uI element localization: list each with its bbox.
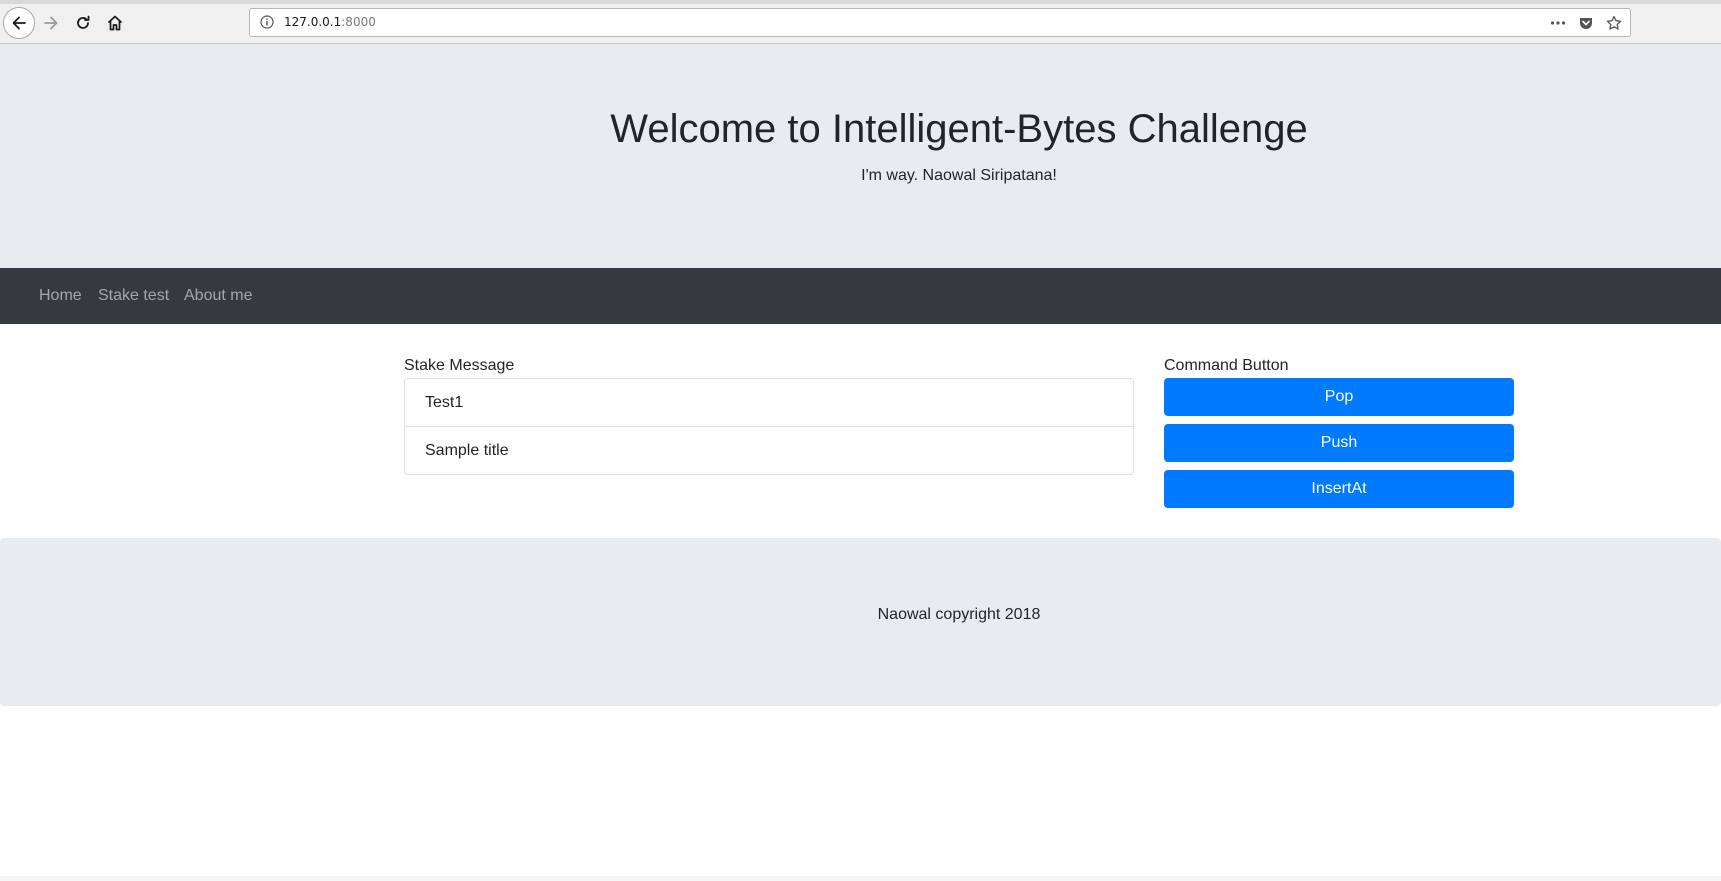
page-actions-button[interactable] xyxy=(1548,13,1568,33)
stake-message-label: Stake Message xyxy=(404,357,515,374)
list-item: Sample title xyxy=(425,441,509,459)
pocket-button[interactable] xyxy=(1576,13,1596,33)
main-navbar: Home Stake test About me xyxy=(0,268,1721,324)
nav-item-about-me[interactable]: About me xyxy=(184,287,252,305)
pocket-icon xyxy=(1580,18,1592,29)
nav-item-home[interactable]: Home xyxy=(39,287,82,305)
back-button[interactable] xyxy=(3,7,35,39)
pop-button[interactable]: Pop xyxy=(1164,378,1514,416)
browser-top-edge xyxy=(0,0,1721,4)
back-arrow-icon xyxy=(12,16,26,30)
bottom-edge xyxy=(0,876,1721,881)
list-item: Test1 xyxy=(405,379,1133,427)
page-title: Welcome to Intelligent-Bytes Challenge xyxy=(610,107,1308,151)
insert-at-button[interactable]: InsertAt xyxy=(1164,470,1514,508)
header-jumbotron: Welcome to Intelligent-Bytes Challenge I… xyxy=(0,44,1721,268)
stake-message-list: Test1 Sample title xyxy=(404,378,1134,475)
footer-copyright: Naowal copyright 2018 xyxy=(877,606,1041,623)
home-icon xyxy=(107,15,123,31)
push-button[interactable]: Push xyxy=(1164,424,1514,462)
url-host: 127.0.0.1 xyxy=(284,15,342,29)
bookmark-button[interactable] xyxy=(1604,13,1624,33)
url-port: :8000 xyxy=(341,15,376,29)
url-text[interactable]: 127.0.0.1:8000 xyxy=(284,15,376,29)
reload-icon xyxy=(77,15,90,29)
forward-arrow-icon xyxy=(44,16,58,30)
address-bar-actions xyxy=(1548,13,1624,33)
command-button-label: Command Button xyxy=(1164,357,1289,374)
page-footer: Naowal copyright 2018 xyxy=(0,538,1721,706)
more-dots-icon xyxy=(1550,21,1566,25)
info-icon[interactable] xyxy=(260,15,274,29)
address-bar[interactable]: 127.0.0.1:8000 xyxy=(249,8,1631,37)
page-subtitle: I'm way. Naowal Siripatana! xyxy=(861,167,1057,184)
forward-button[interactable] xyxy=(36,8,66,38)
star-icon xyxy=(1606,15,1622,30)
home-button[interactable] xyxy=(100,8,130,38)
nav-item-stake-test[interactable]: Stake test xyxy=(98,287,169,305)
browser-toolbar: 127.0.0.1:8000 xyxy=(0,0,1721,44)
reload-button[interactable] xyxy=(68,8,98,38)
